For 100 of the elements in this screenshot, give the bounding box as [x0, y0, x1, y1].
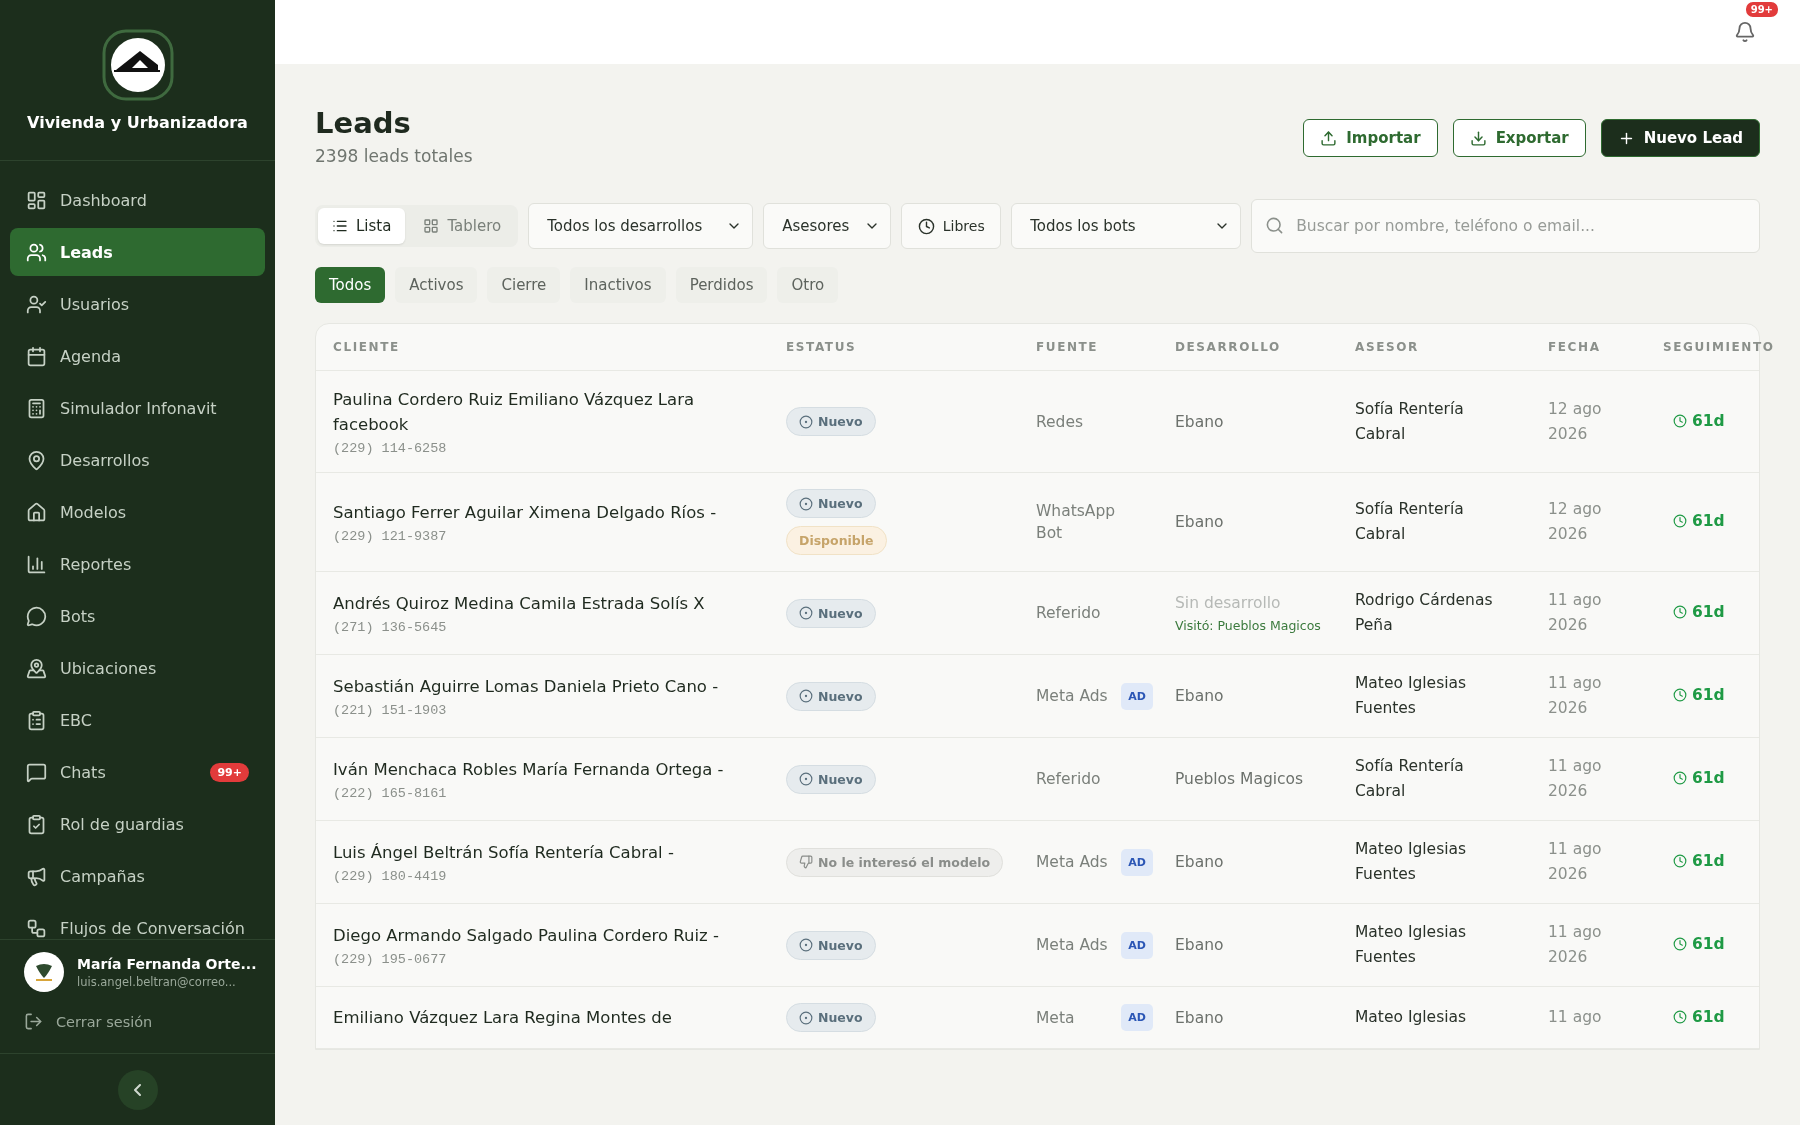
filter-tab[interactable]: Otro — [777, 267, 839, 303]
client-name[interactable]: Iván Menchaca Robles María Fernanda Ortega - — [333, 757, 764, 782]
filter-tab[interactable]: Inactivos — [570, 267, 666, 303]
clock-icon — [1673, 514, 1687, 528]
sidebar-item[interactable]: Campañas — [10, 852, 265, 900]
nav-icon — [26, 397, 47, 419]
filter-select[interactable]: Todos los desarrollos — [528, 203, 754, 249]
column-header: DESARROLLO — [1175, 340, 1282, 354]
download-icon — [1469, 129, 1487, 147]
sidebar-item[interactable]: Simulador Infonavit — [10, 384, 265, 432]
development-name: Ebano — [1175, 1008, 1225, 1027]
client-name[interactable]: Diego Armando Salgado Paulina Cordero Ruiz - — [333, 923, 764, 948]
development-name: Ebano — [1175, 687, 1225, 705]
lead-date: 11 ago 2026 — [1548, 673, 1603, 719]
nav-icon — [26, 189, 47, 211]
user-email: luis.angel.beltran@correo... — [77, 974, 237, 989]
status-badge: Nuevo — [786, 598, 876, 628]
status-badge: Nuevo — [786, 764, 876, 794]
filter-tab[interactable]: Activos — [395, 267, 478, 303]
export-button[interactable]: Exportar — [1452, 119, 1586, 157]
list-icon — [332, 218, 348, 234]
client-name[interactable]: Santiago Ferrer Aguilar Ximena Delgado Ríos - — [333, 500, 764, 525]
clock-icon — [1673, 688, 1687, 702]
filter-select[interactable]: Todos los bots — [1011, 203, 1242, 249]
clock-icon — [1673, 771, 1687, 785]
development-name: Ebano — [1175, 412, 1225, 431]
column-header: SEGUIMIENTO — [1663, 340, 1775, 354]
lead-source: Referido — [1036, 769, 1101, 790]
thumbs-down-icon — [799, 855, 813, 869]
clock-icon — [1673, 1009, 1687, 1024]
logout-link[interactable]: Cerrar sesión — [24, 1012, 251, 1031]
status-badge: Nuevo — [786, 1003, 876, 1032]
development-name: Ebano — [1175, 936, 1225, 954]
sidebar-item[interactable]: Usuarios — [10, 280, 265, 328]
client-name[interactable]: Paulina Cordero Ruiz Emiliano Vázquez Lara facebook — [333, 387, 764, 437]
sidebar-item[interactable]: EBC — [10, 696, 265, 744]
ad-tag: AD — [1121, 848, 1153, 876]
count-badge: 99+ — [210, 762, 249, 782]
nav-icon — [26, 293, 47, 315]
sidebar-item[interactable]: Reportes — [10, 540, 265, 588]
clock-icon — [1673, 413, 1687, 428]
view-toggle[interactable]: Lista — [318, 208, 406, 244]
development-name: Pueblos Magicos — [1175, 770, 1305, 788]
sidebar-item[interactable]: Bots — [10, 592, 265, 640]
nav-icon — [26, 761, 47, 783]
lead-source: Referido — [1036, 603, 1101, 624]
followup-days: 61d — [1673, 852, 1725, 870]
sidebar-item[interactable]: Desarrollos — [10, 436, 265, 484]
status-badge: Nuevo — [786, 489, 876, 518]
lead-source: Meta Ads — [1036, 852, 1108, 873]
lead-date: 11 ago — [1548, 1007, 1603, 1028]
grid-icon — [423, 218, 440, 234]
nav-icon — [26, 917, 47, 939]
client-phone: (229) 114-6258 — [333, 441, 448, 456]
sidebar-item[interactable]: Agenda — [10, 332, 265, 380]
sidebar-item[interactable]: Flujos de Conversación — [10, 904, 265, 939]
circle-dot-icon — [799, 938, 813, 952]
page-subtitle: 2398 leads totales — [315, 146, 473, 166]
status-badge: Nuevo — [786, 407, 876, 436]
client-phone: (271) 136-5645 — [333, 620, 448, 635]
sidebar-item[interactable]: Leads — [10, 228, 265, 276]
import-button[interactable]: Importar — [1303, 119, 1438, 157]
nav-icon — [26, 241, 47, 263]
nav-icon — [26, 449, 47, 471]
client-name[interactable]: Emiliano Vázquez Lara Regina Montes de — [333, 1005, 764, 1030]
filter-tab[interactable]: Perdidos — [675, 267, 768, 303]
filter-tab[interactable]: Todos — [315, 267, 386, 303]
lead-source: Meta — [1036, 1007, 1075, 1029]
lead-source: WhatsApp Bot — [1036, 501, 1116, 544]
sidebar-item[interactable]: Rol de guardias — [10, 800, 265, 848]
new-button[interactable]: Nuevo Lead — [1600, 119, 1760, 157]
nav-icon — [26, 709, 47, 731]
brand-name: Vivienda y Urbanizadora — [27, 112, 248, 132]
search-field[interactable]: Buscar por nombre, teléfono o email... — [1251, 199, 1760, 253]
followup-days: 61d — [1673, 603, 1725, 621]
sidebar-item[interactable]: Chats 99+ — [10, 748, 265, 796]
lead-source: Redes — [1036, 411, 1084, 433]
client-phone: (221) 151-1903 — [333, 703, 448, 718]
avatar-icon — [24, 952, 64, 992]
nav-icon — [26, 813, 47, 835]
filter-tab[interactable]: Cierre — [487, 267, 561, 303]
sidebar-item[interactable]: Dashboard — [10, 176, 265, 224]
lead-date: 11 ago 2026 — [1548, 839, 1603, 885]
filter-dropdown[interactable]: Asesores — [763, 203, 892, 249]
clock-icon — [1673, 854, 1687, 868]
bell-icon — [1734, 21, 1756, 43]
client-phone: (229) 195-0677 — [333, 952, 448, 967]
lead-date: 11 ago 2026 — [1548, 922, 1603, 968]
circle-dot-icon — [799, 1010, 813, 1025]
sidebar-item[interactable]: Ubicaciones — [10, 644, 265, 692]
search-icon — [1265, 216, 1285, 235]
client-name[interactable]: Andrés Quiroz Medina Camila Estrada Solís X — [333, 591, 764, 616]
sidebar-item[interactable]: Modelos — [10, 488, 265, 536]
lead-date: 12 ago 2026 — [1548, 398, 1603, 445]
lead-source: Meta Ads — [1036, 935, 1108, 956]
circle-dot-icon — [799, 606, 813, 620]
view-toggle[interactable]: Tablero — [409, 208, 516, 244]
client-name[interactable]: Sebastián Aguirre Lomas Daniela Prieto Cano - — [333, 674, 764, 699]
free-leads-toggle[interactable]: Libres — [901, 203, 1002, 249]
client-name[interactable]: Luis Ángel Beltrán Sofía Rentería Cabral - — [333, 840, 764, 865]
